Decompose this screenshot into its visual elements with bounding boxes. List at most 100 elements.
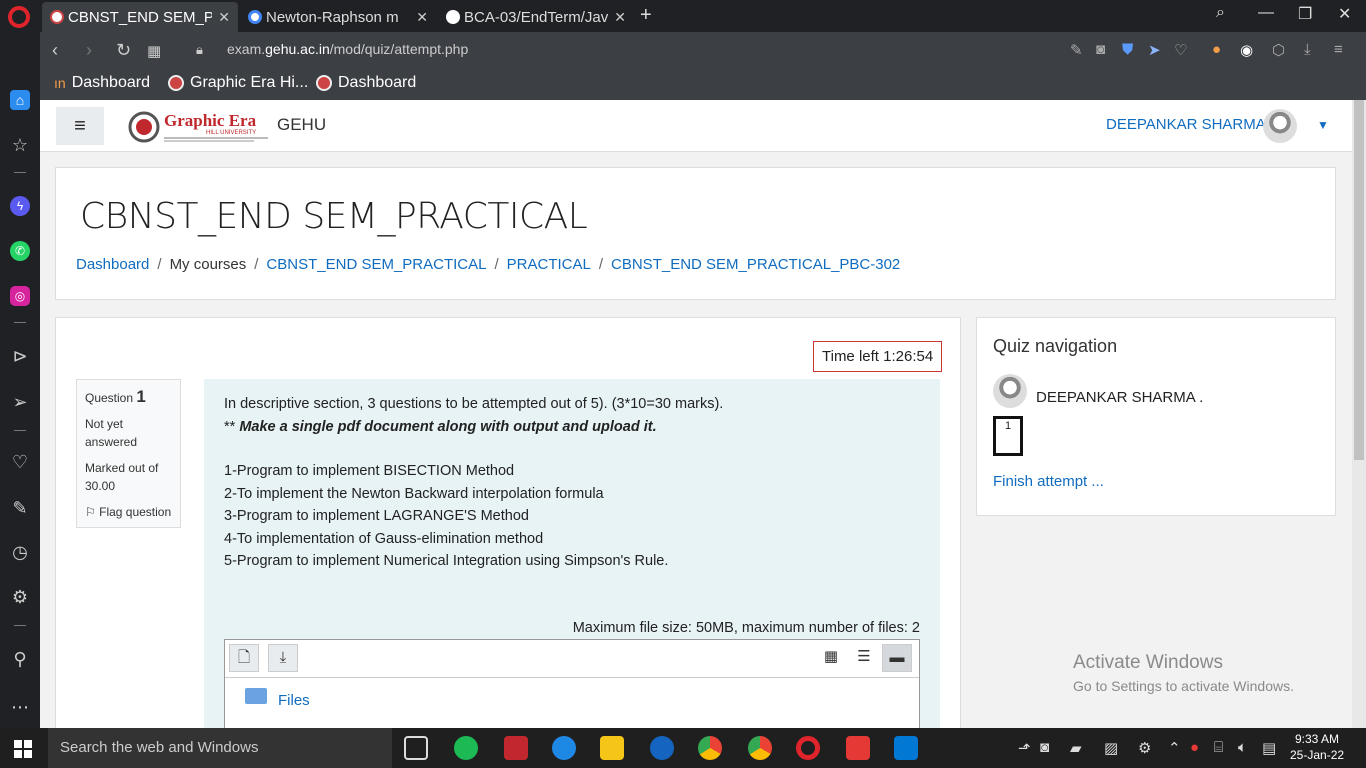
forward-icon[interactable]: › (86, 40, 92, 61)
sidebar-divider (14, 172, 26, 173)
gallery-icon[interactable]: ▨ (1104, 739, 1118, 757)
chevron-up-icon[interactable]: ⌃ (1168, 739, 1181, 757)
lightbulb-icon[interactable]: ⚲ (10, 649, 30, 669)
shield-icon[interactable]: ⛊ (1122, 41, 1133, 58)
recorder-tray-icon[interactable]: ● (1190, 739, 1199, 756)
edit-icon[interactable]: ✎ (10, 498, 30, 518)
whatsapp-icon[interactable]: ✆ (10, 241, 30, 261)
settings-icon[interactable]: ⚙ (10, 587, 30, 607)
messenger-icon[interactable]: ϟ (10, 196, 30, 216)
restore-icon[interactable]: ❐ (1298, 4, 1312, 24)
grid-view-icon[interactable]: ▦ (816, 644, 846, 672)
close-tab-icon[interactable]: ✕ (614, 9, 626, 26)
search-tabs-icon[interactable]: ⌕ (1216, 4, 1225, 22)
finish-attempt-link[interactable]: Finish attempt ... (993, 473, 1104, 490)
breadcrumb-dashboard[interactable]: Dashboard (76, 256, 149, 273)
add-file-button[interactable]: 🗋︎ (229, 644, 259, 672)
box-icon[interactable]: ⬡ (1272, 41, 1285, 59)
vscode-icon[interactable] (894, 736, 918, 760)
edge-icon[interactable] (552, 736, 576, 760)
bookmark-graphic-era[interactable]: Graphic Era Hi... (168, 74, 308, 92)
question-number: Question 1 (85, 387, 146, 406)
site-name[interactable]: GEHU (277, 115, 326, 135)
breadcrumb-separator: / (157, 256, 162, 273)
close-tab-icon[interactable]: ✕ (218, 9, 230, 26)
instagram-icon[interactable]: ◎ (10, 286, 30, 306)
graphic-era-logo[interactable]: Graphic Era HILL UNIVERSITY (128, 110, 270, 144)
chrome-icon[interactable] (698, 736, 722, 760)
max-file-info: Maximum file size: 50MB, maximum number … (572, 620, 920, 636)
user-menu-name[interactable]: DEEPANKAR SHARMA . (1106, 116, 1273, 133)
page-scrollbar[interactable] (1352, 100, 1366, 728)
tab-newton[interactable]: Newton-Raphson m ✕ (240, 2, 436, 32)
chevron-down-icon[interactable]: ▼ (1317, 118, 1329, 132)
more-icon[interactable]: ⋯ (10, 697, 30, 717)
app-u-icon[interactable] (454, 736, 478, 760)
page-title: CBNST_END SEM_PRACTICAL (80, 196, 588, 237)
history-icon[interactable]: ◷ (10, 542, 30, 562)
star-icon[interactable]: ☆ (10, 135, 30, 155)
tab-github[interactable]: BCA-03/EndTerm/Jav ✕ (438, 2, 634, 32)
speed-dial-icon[interactable]: ▦ (147, 42, 161, 60)
video-icon[interactable]: ▰ (1070, 739, 1082, 757)
heart-icon[interactable]: ♡ (10, 452, 30, 472)
edit-icon[interactable]: ✎ (1070, 41, 1083, 59)
send-icon[interactable]: ➤ (1148, 41, 1161, 59)
avatar[interactable] (1263, 109, 1297, 143)
list-item: 4-To implementation of Gauss-elimination… (224, 530, 544, 547)
chrome-icon[interactable] (748, 736, 772, 760)
home-icon[interactable]: ⌂ (10, 90, 30, 110)
windows-start-icon[interactable] (14, 740, 32, 758)
settings-icon[interactable]: ⚙ (1138, 739, 1151, 757)
quiz-navigation-block: Quiz navigation DEEPANKAR SHARMA . 1 Fin… (976, 317, 1336, 516)
bookmark-icon: ın (54, 75, 66, 91)
list-view-icon[interactable]: ☰ (849, 644, 879, 672)
app-recorder-icon[interactable] (504, 736, 528, 760)
clock-time: 9:33 AM (1295, 732, 1340, 746)
network-icon[interactable]: ⌸ (1214, 739, 1223, 756)
extension-icon[interactable]: ● (1212, 41, 1221, 58)
bookmark-dashboard[interactable]: ın Dashboard (54, 74, 150, 92)
back-icon[interactable]: ‹ (52, 40, 58, 61)
opera-icon[interactable] (796, 736, 820, 760)
send-icon[interactable]: ➢ (10, 392, 30, 412)
new-tab-icon[interactable]: + (640, 4, 652, 27)
flag-question-link[interactable]: ⚐ Flag question (85, 503, 172, 521)
heart-icon[interactable]: ♡ (1174, 41, 1187, 59)
download-all-button[interactable]: ⤓ (268, 644, 298, 672)
app-v-icon[interactable] (846, 736, 870, 760)
bookmark-dashboard-2[interactable]: Dashboard (316, 74, 416, 92)
breadcrumb-quiz[interactable]: CBNST_END SEM_PRACTICAL_PBC-302 (611, 256, 900, 273)
extension-icon[interactable]: ◉ (1240, 41, 1253, 59)
close-tab-icon[interactable]: ✕ (416, 9, 428, 26)
scrollbar-thumb[interactable] (1354, 100, 1364, 460)
app-c-icon[interactable] (650, 736, 674, 760)
folder-view-icon[interactable]: ▬ (882, 644, 912, 672)
tray-icon[interactable]: ⬏ (1018, 739, 1031, 757)
close-window-icon[interactable]: ✕ (1338, 4, 1351, 24)
download-icon[interactable]: ⤓ (1304, 41, 1311, 58)
reload-icon[interactable]: ↻ (116, 40, 131, 61)
question-nav-button[interactable]: 1 (993, 416, 1023, 456)
volume-icon[interactable]: 🔈︎ (1238, 739, 1247, 756)
breadcrumb-course[interactable]: CBNST_END SEM_PRACTICAL (266, 256, 486, 273)
task-view-icon[interactable] (404, 736, 428, 760)
svg-text:HILL UNIVERSITY: HILL UNIVERSITY (206, 130, 256, 136)
folder-icon[interactable] (245, 688, 267, 704)
taskbar-search-input[interactable]: Search the web and Windows (48, 728, 392, 768)
player-icon[interactable]: ⊳ (10, 346, 30, 366)
notifications-icon[interactable]: ▤ (1262, 739, 1276, 757)
camera-icon[interactable]: ◙ (1096, 41, 1105, 58)
files-folder-link[interactable]: Files (278, 690, 310, 713)
breadcrumb-section[interactable]: PRACTICAL (507, 256, 591, 273)
minimize-icon[interactable]: — (1258, 4, 1274, 22)
camera-icon[interactable]: ◙ (1040, 739, 1049, 756)
opera-menu-icon[interactable] (8, 6, 30, 28)
url-field[interactable]: exam.gehu.ac.in/mod/quiz/attempt.php (227, 41, 468, 57)
taskbar-clock[interactable]: 9:33 AM 25-Jan-22 (1290, 731, 1344, 763)
tab-quiz[interactable]: CBNST_END SEM_PR ✕ (42, 2, 238, 32)
hamburger-menu-button[interactable]: ≡ (56, 107, 104, 145)
quiz-nav-user: DEEPANKAR SHARMA . (1036, 389, 1204, 406)
file-explorer-icon[interactable] (600, 736, 624, 760)
menu-icon[interactable]: ≡ (1334, 41, 1343, 58)
